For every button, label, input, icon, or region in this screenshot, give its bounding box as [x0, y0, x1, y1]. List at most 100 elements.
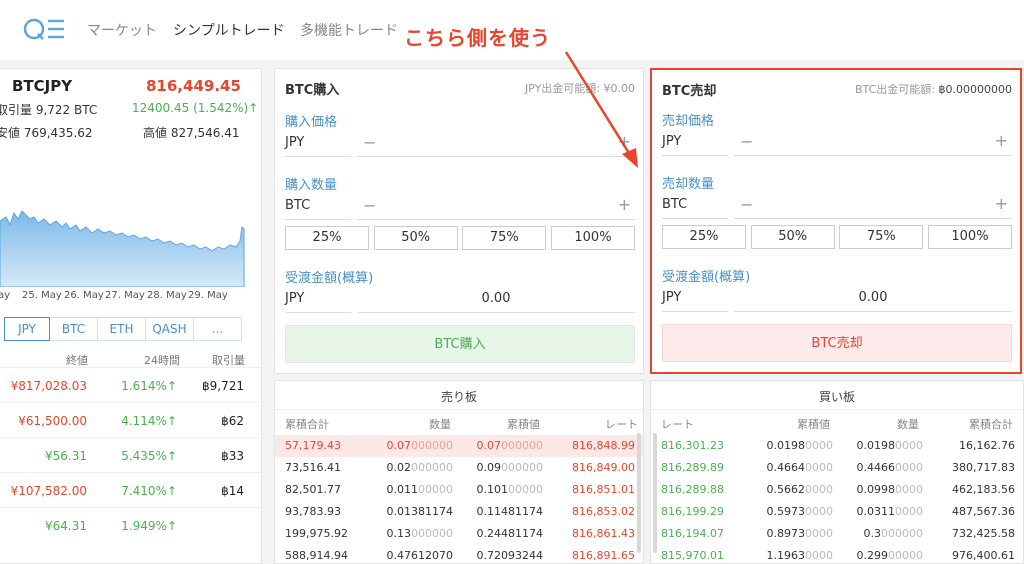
bid-total-value: 976,400.61 — [952, 549, 1015, 562]
ask-cum-value: 0.07 — [476, 439, 502, 452]
buy-price-input[interactable]: JPY − + — [285, 131, 635, 157]
bid-row[interactable]: 815,970.01 1.19630000 0.29900000 976,400.61 — [651, 545, 1023, 563]
bid-header-rate: レート — [661, 418, 694, 431]
ask-row[interactable]: 199,975.92 0.13000000 0.24481174 816,861.43 — [275, 523, 643, 545]
ask-scrollbar[interactable] — [637, 433, 641, 553]
ask-qty-trailing: 00000 — [418, 483, 453, 496]
plus-icon[interactable]: + — [618, 195, 631, 214]
nav-simple-trade[interactable]: シンプルトレード — [173, 20, 285, 40]
ask-qty-value: 0.07 — [386, 439, 412, 452]
bid-row[interactable]: 816,289.89 0.46640000 0.44660000 380,717.83 — [651, 457, 1023, 479]
bid-rate-value: 816,289.88 — [661, 483, 724, 496]
bid-qty-value: 0.3 — [863, 527, 882, 540]
ask-rate: 816,851.01 — [572, 483, 635, 496]
ask-row[interactable]: 73,516.41 0.02000000 0.09000000 816,849.00 — [275, 457, 643, 479]
ask-row[interactable]: 82,501.77 0.01100000 0.10100000 816,851.01 — [275, 479, 643, 501]
buy-total-currency: JPY — [285, 291, 305, 306]
market-volume: ฿33 — [221, 449, 244, 463]
buy-qty-input[interactable]: BTC − + — [285, 194, 635, 220]
bid-total-value: 380,717.83 — [952, 461, 1015, 474]
bid-qty-value: 0.0311 — [856, 505, 896, 518]
bid-qty: 0.01980000 — [857, 439, 924, 452]
ask-total: 57,179.43 — [285, 439, 341, 452]
minus-icon[interactable]: − — [740, 132, 753, 151]
market-volume: ฿14 — [221, 484, 244, 498]
minus-icon[interactable]: − — [363, 196, 376, 215]
plus-icon[interactable]: + — [618, 132, 631, 151]
bid-row[interactable]: 816,199.29 0.59730000 0.03110000 487,567.36 — [651, 501, 1023, 523]
ticker-high: 高値 827,546.41 — [143, 126, 240, 140]
bid-qty-value: 0.4466 — [856, 461, 896, 474]
buy-25-button[interactable]: 25% — [285, 226, 369, 250]
tab-eth[interactable]: ETH — [98, 317, 146, 341]
sell-total-currency: JPY — [662, 290, 682, 305]
ask-rate-value: 816,849.00 — [572, 461, 635, 474]
bid-header-qty: 数量 — [897, 418, 919, 431]
bid-row[interactable]: 816,289.88 0.56620000 0.09980000 462,183.56 — [651, 479, 1023, 501]
market-row[interactable]: ¥61,500.00 4.114%↑ ฿62 — [0, 402, 262, 437]
market-change: 1.614%↑ — [121, 379, 177, 393]
sell-50-button[interactable]: 50% — [750, 225, 835, 249]
ask-qty: 0.07000000 — [387, 439, 454, 452]
bid-cum-trailing: 0000 — [805, 527, 833, 540]
nav-advanced-trade[interactable]: 多機能トレード — [300, 20, 398, 40]
ask-cum: 0.07000000 — [477, 439, 544, 452]
ask-total-value: 93,783.93 — [285, 505, 341, 518]
nav-market[interactable]: マーケット — [87, 20, 157, 40]
minus-icon[interactable]: − — [740, 195, 753, 214]
sell-75-button[interactable]: 75% — [839, 225, 924, 249]
bid-header-cum: 累積値 — [797, 418, 830, 431]
bid-cum-trailing: 0000 — [805, 549, 833, 562]
bid-header-total: 累積合計 — [969, 418, 1013, 431]
ask-qty: 0.02000000 — [387, 461, 454, 474]
bid-total: 976,400.61 — [952, 549, 1015, 562]
plus-icon[interactable]: + — [995, 194, 1008, 213]
bid-scrollbar[interactable] — [653, 433, 657, 553]
sell-qty-currency: BTC — [662, 197, 688, 212]
bid-qty: 0.44660000 — [857, 461, 924, 474]
market-row[interactable]: ¥64.31 1.949%↑ — [0, 507, 262, 542]
bid-row[interactable]: 816,194.07 0.89730000 0.3000000 732,425.58 — [651, 523, 1023, 545]
buy-100-button[interactable]: 100% — [550, 226, 635, 250]
bid-qty-value: 0.0998 — [856, 483, 896, 496]
ask-cum-value: 0.09 — [476, 461, 502, 474]
buy-panel: BTC購入 JPY出金可能額: ¥0.00 購入価格 JPY − + 購入数量 … — [274, 68, 644, 374]
bid-total-value: 462,183.56 — [952, 483, 1015, 496]
sell-submit-button[interactable]: BTC売却 — [662, 324, 1012, 362]
minus-icon[interactable]: − — [363, 133, 376, 152]
ask-cum-value: 0.72093244 — [476, 549, 543, 562]
bid-total: 487,567.36 — [952, 505, 1015, 518]
bid-qty-value: 0.299 — [856, 549, 889, 562]
ask-cum-value: 0.11481174 — [476, 505, 543, 518]
market-volume: ฿62 — [221, 414, 244, 428]
sell-qty-input[interactable]: BTC − + — [662, 193, 1012, 219]
ask-row[interactable]: 93,783.93 0.01381174 0.11481174 816,853.02 — [275, 501, 643, 523]
market-row[interactable]: ¥817,028.03 1.614%↑ ฿9,721 — [0, 367, 262, 402]
sell-100-button[interactable]: 100% — [927, 225, 1012, 249]
sell-price-input[interactable]: JPY − + — [662, 130, 1012, 156]
sell-25-button[interactable]: 25% — [662, 225, 746, 249]
ask-row[interactable]: 57,179.43 0.07000000 0.07000000 816,848.99 — [275, 435, 643, 457]
ask-total-value: 588,914.94 — [285, 549, 348, 562]
tab-qash[interactable]: QASH — [146, 317, 194, 341]
buy-submit-button[interactable]: BTC購入 — [285, 325, 635, 363]
buy-50-button[interactable]: 50% — [373, 226, 458, 250]
bid-qty-value: 0.0198 — [856, 439, 896, 452]
chart-x-label: ay — [0, 290, 11, 301]
ask-total: 199,975.92 — [285, 527, 348, 540]
market-row[interactable]: ¥56.31 5.435%↑ ฿33 — [0, 437, 262, 472]
liquid-logo-icon[interactable] — [22, 16, 66, 42]
tab-jpy[interactable]: JPY — [4, 317, 50, 341]
tab-more[interactable]: ... — [194, 317, 242, 341]
buy-75-button[interactable]: 75% — [462, 226, 547, 250]
ask-cum-trailing: 000000 — [501, 439, 543, 452]
market-row[interactable]: ¥107,582.00 7.410%↑ ฿14 — [0, 472, 262, 507]
ask-qty-trailing: 000000 — [411, 527, 453, 540]
ask-cum: 0.11481174 — [477, 505, 543, 518]
plus-icon[interactable]: + — [995, 131, 1008, 150]
bid-row[interactable]: 816,301.23 0.01980000 0.01980000 16,162.76 — [651, 435, 1023, 457]
tab-btc[interactable]: BTC — [50, 317, 98, 341]
chart-x-label: 29. May — [188, 290, 228, 301]
bid-cum: 1.19630000 — [767, 549, 834, 562]
ask-row[interactable]: 588,914.94 0.47612070 0.72093244 816,891.65 — [275, 545, 643, 563]
